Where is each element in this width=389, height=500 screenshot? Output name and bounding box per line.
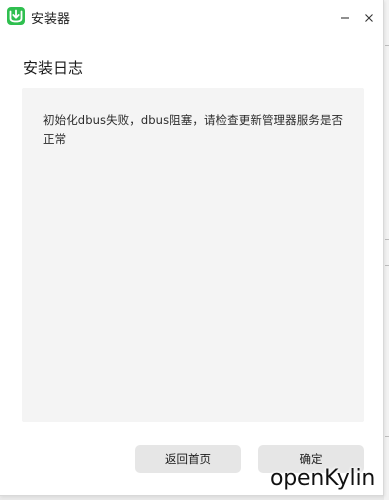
log-message: 初始化dbus失败，dbus阻塞，请检查更新管理器服务是否正常: [43, 113, 344, 146]
openkylin-watermark: openKylin: [270, 466, 376, 491]
minimize-icon: [340, 8, 350, 27]
return-home-button[interactable]: 返回首页: [135, 445, 241, 473]
background-divider: [385, 436, 389, 437]
background-divider: [385, 265, 389, 266]
background-window-edge: [384, 0, 389, 500]
minimize-button[interactable]: [334, 6, 356, 28]
window-title: 安装器: [31, 12, 71, 27]
installer-download-icon: [7, 7, 25, 25]
install-log-panel: 初始化dbus失败，dbus阻塞，请检查更新管理器服务是否正常: [22, 88, 364, 422]
close-icon: [364, 8, 374, 27]
title-bar: 安装器: [0, 0, 383, 34]
background-divider: [385, 45, 389, 46]
page-title: 安装日志: [23, 59, 84, 77]
installer-window: 安装器 安装日志 初始化dbus失败，dbus阻塞，请检查更新管理器服务是否正常…: [0, 0, 384, 496]
close-button[interactable]: [358, 6, 380, 28]
background-divider: [385, 239, 389, 240]
